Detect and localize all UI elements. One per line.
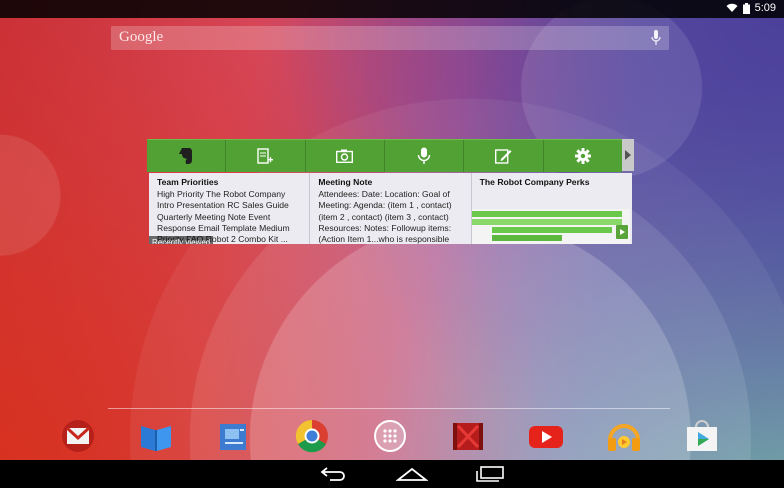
recent-apps-icon — [476, 466, 504, 482]
home-icon — [396, 467, 428, 481]
newsstand-icon — [220, 424, 246, 450]
camera-icon — [336, 149, 354, 163]
note-title: Team Priorities — [157, 177, 219, 187]
chrome-icon — [295, 419, 328, 453]
back-button[interactable] — [314, 464, 354, 484]
google-search-bar[interactable]: Google — [111, 26, 669, 50]
youtube-icon — [529, 426, 563, 448]
note-thumbnail — [471, 209, 630, 244]
evernote-toolbar — [147, 139, 622, 172]
dock-divider — [108, 408, 670, 409]
note-card[interactable]: The Robot Company Perks — [471, 173, 632, 244]
all-apps-button[interactable] — [372, 418, 408, 454]
play-store-icon — [687, 420, 717, 451]
play-books-app[interactable] — [138, 418, 174, 454]
gmail-app[interactable] — [60, 418, 96, 454]
note-card[interactable]: Meeting Note Attendees: Date: Location: … — [310, 173, 472, 244]
back-icon — [320, 467, 345, 481]
evernote-home-button[interactable] — [147, 140, 227, 172]
chrome-app[interactable] — [294, 418, 330, 454]
status-icons: 5:09 — [726, 2, 776, 14]
wifi-icon — [726, 3, 738, 12]
note-card[interactable]: Team Priorities High Priority The Robot … — [149, 173, 311, 244]
gear-icon — [574, 148, 591, 164]
navigation-bar — [0, 460, 784, 488]
play-movies-icon — [453, 423, 483, 450]
youtube-app[interactable] — [528, 418, 564, 454]
status-bar: 5:09 — [0, 0, 784, 18]
play-movies-app[interactable] — [450, 418, 486, 454]
recently-viewed-label: Recently viewed — [149, 236, 214, 244]
home-button[interactable] — [392, 464, 432, 484]
handwriting-icon — [494, 149, 512, 164]
battery-icon — [742, 2, 750, 14]
microphone-icon[interactable] — [651, 30, 661, 46]
dock — [0, 412, 784, 460]
handwriting-button[interactable] — [464, 140, 544, 172]
note-snippet: Attendees: Date: Location: Goal of Meeti… — [318, 189, 452, 244]
thumbnail-row — [491, 227, 612, 233]
note-title: Meeting Note — [318, 177, 373, 187]
camera-button[interactable] — [306, 140, 385, 172]
play-music-app[interactable] — [606, 418, 642, 454]
next-note-button[interactable] — [615, 225, 628, 239]
google-search-label: Google — [119, 29, 164, 45]
evernote-widget: Team Priorities High Priority The Robot … — [147, 139, 634, 246]
play-arrow-icon — [619, 229, 625, 235]
recent-notes: Team Priorities High Priority The Robot … — [149, 173, 632, 244]
new-note-button[interactable] — [226, 140, 306, 172]
play-music-icon — [608, 424, 640, 451]
note-title: The Robot Company Perks — [479, 177, 590, 187]
play-store-app[interactable] — [684, 418, 720, 454]
newsstand-app[interactable] — [216, 418, 252, 454]
widget-scroll-handle[interactable] — [622, 139, 634, 171]
recent-apps-button[interactable] — [470, 464, 510, 484]
new-note-icon — [257, 147, 274, 164]
settings-button[interactable] — [544, 140, 622, 172]
play-books-icon — [141, 426, 171, 451]
clock: 5:09 — [754, 2, 776, 14]
chevron-right-icon — [625, 150, 631, 160]
evernote-elephant-icon — [179, 148, 193, 164]
home-screen: 5:09 Google Team Priorities High Priorit… — [0, 0, 784, 488]
thumbnail-row — [491, 235, 562, 241]
thumbnail-row — [471, 219, 622, 225]
microphone-icon — [417, 147, 431, 164]
audio-note-button[interactable] — [385, 140, 465, 172]
gmail-icon — [62, 420, 94, 452]
all-apps-icon — [374, 420, 406, 452]
thumbnail-row — [471, 211, 622, 217]
